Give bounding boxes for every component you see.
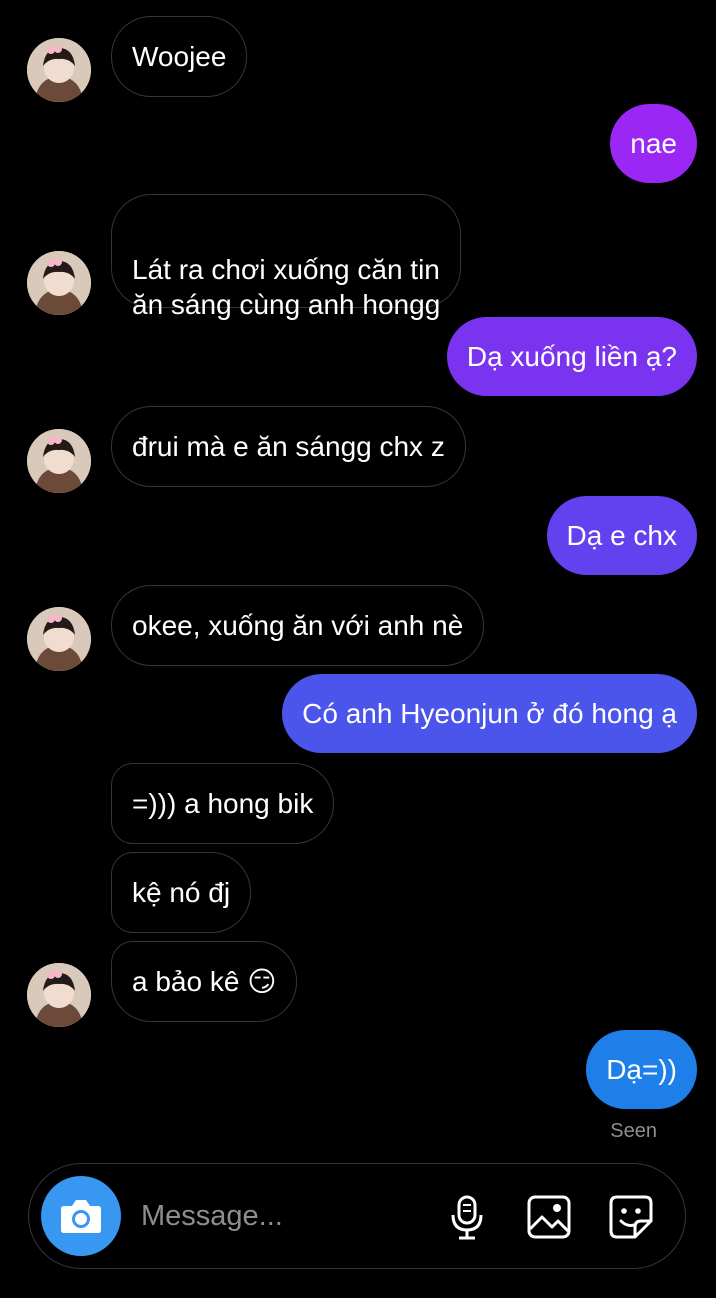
contact-avatar[interactable] (27, 251, 91, 315)
message-bubble[interactable]: =))) a hong bik (111, 763, 335, 844)
message-bubble[interactable]: Woojee (111, 16, 248, 97)
microphone-icon[interactable] (443, 1193, 491, 1241)
message-bubble[interactable]: Dạ e chx (546, 496, 697, 575)
contact-avatar[interactable] (27, 38, 91, 102)
message-text: Dạ=)) (606, 1054, 677, 1085)
message-bubble[interactable]: a bảo kê 😏 (111, 941, 298, 1022)
sticker-icon[interactable] (607, 1193, 655, 1241)
gallery-icon[interactable] (525, 1193, 573, 1241)
message-bubble[interactable]: kệ nó đj (111, 852, 252, 933)
camera-icon (61, 1200, 101, 1233)
message-text: okee, xuống ăn với anh nè (132, 610, 464, 641)
message-composer (28, 1163, 686, 1269)
message-text: nae (630, 128, 677, 159)
seen-status: Seen (610, 1120, 657, 1142)
message-bubble[interactable]: nae (610, 104, 697, 183)
camera-button[interactable] (41, 1176, 121, 1256)
message-bubble[interactable]: Dạ=)) (586, 1030, 697, 1109)
message-text: a bảo kê 😏 (132, 966, 277, 997)
message-text: kệ nó đj (132, 877, 231, 908)
message-bubble[interactable]: okee, xuống ăn với anh nè (111, 585, 485, 666)
contact-avatar[interactable] (27, 429, 91, 493)
message-thread: Woojee nae Lát ra chơi xuống căn tin ăn … (0, 0, 716, 1160)
message-text: =))) a hong bik (132, 788, 314, 819)
message-bubble[interactable]: Có anh Hyeonjun ở đó hong ạ (282, 674, 697, 753)
message-text: Woojee (132, 41, 227, 72)
contact-avatar[interactable] (27, 607, 91, 671)
message-text: Dạ e chx (566, 520, 678, 551)
contact-avatar[interactable] (27, 963, 91, 1027)
message-text: Dạ xuống liền ạ? (466, 341, 677, 372)
message-bubble[interactable]: Dạ xuống liền ạ? (446, 317, 697, 396)
message-text: Có anh Hyeonjun ở đó hong ạ (302, 698, 677, 729)
message-input[interactable] (141, 1194, 431, 1238)
message-bubble[interactable]: Lát ra chơi xuống căn tin ăn sáng cùng a… (111, 194, 462, 320)
message-text: đrui mà e ăn sángg chx z (132, 431, 445, 462)
message-bubble[interactable]: đrui mà e ăn sángg chx z (111, 406, 466, 487)
message-text: Lát ra chơi xuống căn tin ăn sáng cùng a… (132, 254, 441, 320)
